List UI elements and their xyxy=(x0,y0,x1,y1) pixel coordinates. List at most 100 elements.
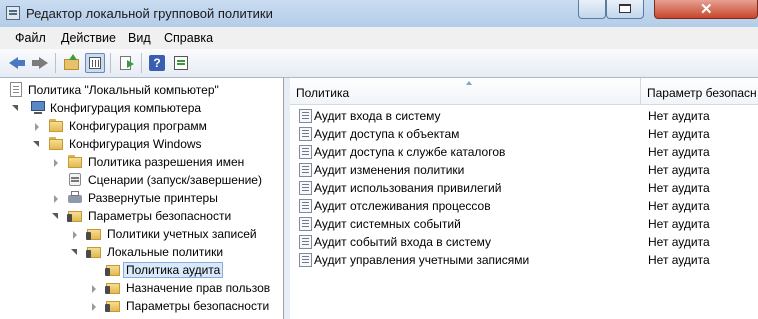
tree-item-security-options[interactable]: Параметры безопасности xyxy=(0,297,284,315)
tree-item-local-policies[interactable]: Локальные политики xyxy=(0,243,284,261)
policy-icon xyxy=(298,198,314,213)
tree-item-scripts[interactable]: Сценарии (запуск/завершение) xyxy=(0,171,284,189)
collapse-arrow-icon[interactable] xyxy=(73,231,77,239)
list-item[interactable]: Аудит отслеживания процессов Нет аудита xyxy=(290,197,758,215)
list-item[interactable]: Аудит изменения политики Нет аудита xyxy=(290,161,758,179)
show-hide-tree-icon[interactable] xyxy=(85,53,105,73)
tree-item-computer-configuration[interactable]: Конфигурация компьютера xyxy=(0,99,284,117)
list-item[interactable]: Аудит доступа к объектам Нет аудита xyxy=(290,125,758,143)
back-arrow-icon[interactable] xyxy=(7,53,27,73)
list-item[interactable]: Аудит событий входа в систему Нет аудита xyxy=(290,233,758,251)
help-icon[interactable] xyxy=(147,53,167,73)
policy-value: Нет аудита xyxy=(648,235,710,249)
list-item[interactable]: Аудит использования привилегий Нет аудит… xyxy=(290,179,758,197)
policy-list-pane[interactable]: Политика Параметр безопасн Аудит входа в… xyxy=(290,78,758,319)
expand-arrow-icon[interactable] xyxy=(12,105,18,111)
list-item[interactable]: Аудит входа в систему Нет аудита xyxy=(290,107,758,125)
policy-name: Аудит системных событий xyxy=(314,217,461,231)
close-icon: ✕ xyxy=(700,1,713,18)
policy-value: Нет аудита xyxy=(648,253,710,267)
maximize-icon xyxy=(619,4,631,13)
security-folder-icon xyxy=(86,244,102,259)
tree-item-label: Сценарии (запуск/завершение) xyxy=(88,173,262,187)
maximize-button[interactable] xyxy=(606,0,644,19)
menu-file[interactable]: Файл xyxy=(15,31,46,45)
collapse-arrow-icon[interactable] xyxy=(92,303,96,311)
column-header-policy[interactable]: Политика xyxy=(290,78,640,104)
security-folder-icon xyxy=(105,298,121,313)
tree-item-label: Конфигурация Windows xyxy=(69,137,202,151)
policy-name: Аудит событий входа в систему xyxy=(314,235,492,249)
toolbar-separator xyxy=(110,53,111,73)
column-header-label: Параметр безопасн xyxy=(647,86,757,100)
collapse-arrow-icon[interactable] xyxy=(54,159,58,167)
policy-value: Нет аудита xyxy=(648,163,710,177)
tree-pane[interactable]: Политика "Локальный компьютер" Конфигура… xyxy=(0,78,284,319)
column-header-label: Политика xyxy=(296,86,350,100)
tree-item-deployed-printers[interactable]: Развернутые принтеры xyxy=(0,189,284,207)
list-item[interactable]: Аудит системных событий Нет аудита xyxy=(290,215,758,233)
menu-help[interactable]: Справка xyxy=(164,31,213,45)
tree-item-software-settings[interactable]: Конфигурация программ xyxy=(0,117,284,135)
policy-value: Нет аудита xyxy=(648,145,710,159)
tree-item-audit-policy[interactable]: Политика аудита xyxy=(0,261,284,279)
list-item[interactable]: Аудит доступа к службе каталогов Нет ауд… xyxy=(290,143,758,161)
toolbar-separator xyxy=(141,53,142,73)
toolbar xyxy=(0,49,758,78)
policy-name: Аудит управления учетными записями xyxy=(314,253,530,267)
expand-arrow-icon[interactable] xyxy=(33,141,39,147)
column-header-security-setting[interactable]: Параметр безопасн xyxy=(641,78,758,104)
sort-ascending-icon xyxy=(466,81,472,85)
tree-item-label: Конфигурация программ xyxy=(69,119,207,133)
expand-arrow-icon[interactable] xyxy=(52,213,58,219)
folder-icon xyxy=(67,154,83,169)
tree-item-label: Параметры безопасности xyxy=(126,299,270,313)
list-item[interactable]: Аудит управления учетными записями Нет а… xyxy=(290,251,758,269)
forward-arrow-icon[interactable] xyxy=(30,53,50,73)
list-header: Политика Параметр безопасн xyxy=(290,78,758,105)
tree-item-label: Параметры безопасности xyxy=(88,209,232,223)
policy-icon xyxy=(298,216,314,231)
minimize-button[interactable] xyxy=(578,0,606,19)
policy-icon xyxy=(298,126,314,141)
policy-value: Нет аудита xyxy=(648,127,710,141)
script-icon xyxy=(67,172,83,187)
policy-value: Нет аудита xyxy=(648,181,710,195)
tree-item-label: Политика аудита xyxy=(122,262,224,278)
export-list-icon[interactable] xyxy=(117,53,137,73)
menu-action[interactable]: Действие xyxy=(61,31,116,45)
policy-icon xyxy=(298,234,314,249)
window-title: Редактор локальной групповой политики xyxy=(26,6,273,21)
collapse-arrow-icon[interactable] xyxy=(35,123,39,131)
document-icon xyxy=(8,82,24,97)
policy-icon xyxy=(298,108,314,123)
tree-item-label: Политика разрешения имен xyxy=(88,155,245,169)
collapse-arrow-icon[interactable] xyxy=(54,195,58,203)
policy-name: Аудит доступа к службе каталогов xyxy=(314,145,506,159)
tree-item-security-settings[interactable]: Параметры безопасности xyxy=(0,207,284,225)
menu-bar: Файл Действие Вид Справка xyxy=(0,27,758,50)
menu-view[interactable]: Вид xyxy=(128,31,151,45)
collapse-arrow-icon[interactable] xyxy=(92,285,96,293)
close-button[interactable]: ✕ xyxy=(654,0,758,19)
security-folder-icon xyxy=(105,280,121,295)
policy-icon xyxy=(298,162,314,177)
security-icon xyxy=(67,208,83,223)
title-bar: Редактор локальной групповой политики ✕ xyxy=(0,0,758,27)
tree-item-local-computer-policy[interactable]: Политика "Локальный компьютер" xyxy=(0,81,284,99)
security-folder-icon xyxy=(86,226,102,241)
policy-name: Аудит изменения политики xyxy=(314,163,465,177)
expand-arrow-icon[interactable] xyxy=(71,249,77,255)
tree-item-name-resolution-policy[interactable]: Политика разрешения имен xyxy=(0,153,284,171)
up-folder-icon[interactable] xyxy=(62,53,82,73)
policy-icon xyxy=(298,144,314,159)
tree-item-label: Политики учетных записей xyxy=(107,227,257,241)
policy-value: Нет аудита xyxy=(648,109,710,123)
tree-item-account-policies[interactable]: Политики учетных записей xyxy=(0,225,284,243)
properties-icon[interactable] xyxy=(171,53,191,73)
security-folder-icon xyxy=(105,262,121,277)
policy-name: Аудит входа в систему xyxy=(314,109,441,123)
policy-name: Аудит доступа к объектам xyxy=(314,127,460,141)
tree-item-windows-settings[interactable]: Конфигурация Windows xyxy=(0,135,284,153)
tree-item-user-rights-assignment[interactable]: Назначение прав пользов xyxy=(0,279,284,297)
